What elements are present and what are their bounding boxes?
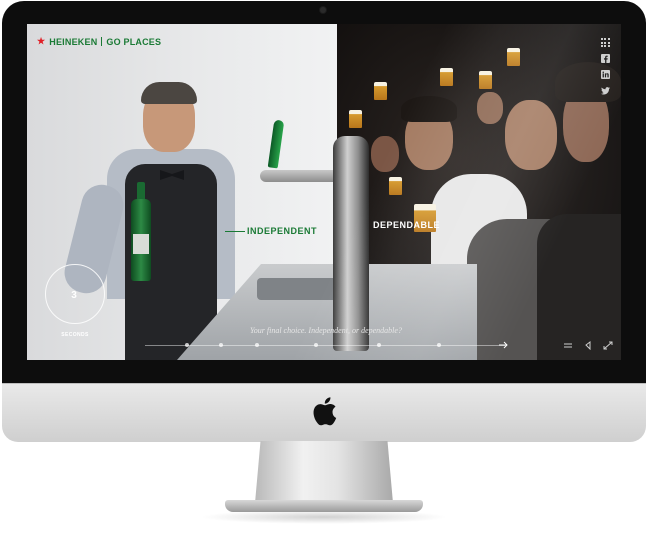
beer-glass — [507, 48, 520, 66]
countdown-seconds: 3 — [71, 290, 77, 301]
choice-dependable[interactable]: DEPENDABLE — [373, 220, 440, 230]
bar-sink — [257, 278, 337, 300]
grid-icon[interactable] — [600, 38, 610, 47]
social-links — [599, 38, 611, 95]
beer-glass — [440, 68, 453, 86]
facebook-icon[interactable] — [600, 54, 610, 63]
logo-divider — [101, 37, 103, 46]
beer-glass — [389, 177, 402, 195]
logo-brand-text: HEINEKEN — [49, 36, 98, 47]
beer-glass — [479, 71, 492, 89]
woman-dark-jacket — [537, 214, 621, 360]
progress-marker[interactable] — [219, 343, 223, 347]
fullscreen-icon[interactable] — [603, 341, 613, 350]
beer-tap-column — [333, 136, 369, 351]
beer-glass — [374, 82, 387, 100]
progress-track[interactable] — [145, 345, 505, 346]
choice-independent[interactable]: INDEPENDENT — [247, 226, 317, 236]
crowd-hair — [555, 62, 621, 102]
progress-marker[interactable] — [255, 343, 259, 347]
progress-marker[interactable] — [377, 343, 381, 347]
choice-left-pointer — [225, 231, 245, 232]
apple-logo-icon — [313, 397, 337, 426]
screen: ★ HEINEKEN GO PLACES INDEPENDENT DEPENDA… — [27, 24, 621, 360]
crowd-face — [505, 100, 557, 170]
arrow-right-icon[interactable] — [499, 341, 509, 349]
progress-marker[interactable] — [185, 343, 189, 347]
progress-marker[interactable] — [314, 343, 318, 347]
beer-glass — [349, 110, 362, 128]
camera — [320, 7, 326, 13]
beer-bottle-label — [133, 234, 149, 254]
linkedin-icon[interactable] — [600, 70, 610, 79]
tap-spout — [260, 170, 340, 182]
monitor-stand-base — [225, 500, 423, 512]
logo-tagline: GO PLACES — [106, 36, 162, 47]
question-text: Your final choice. Independent, or depen… — [250, 326, 402, 335]
stand-shadow — [200, 510, 448, 524]
heineken-logo[interactable]: ★ HEINEKEN GO PLACES — [37, 36, 161, 47]
menu-icon[interactable] — [563, 341, 573, 350]
monitor-stand-neck — [255, 441, 393, 503]
player-controls — [563, 341, 613, 350]
volume-icon[interactable] — [583, 341, 593, 350]
crowd-face — [477, 92, 503, 124]
twitter-icon[interactable] — [600, 86, 610, 95]
red-star-icon: ★ — [37, 36, 46, 46]
crowd-hair — [401, 96, 457, 122]
bartender-hair — [141, 82, 197, 104]
progress-marker[interactable] — [437, 343, 441, 347]
countdown-label: SECONDS — [61, 332, 89, 338]
crowd-face — [371, 136, 399, 172]
